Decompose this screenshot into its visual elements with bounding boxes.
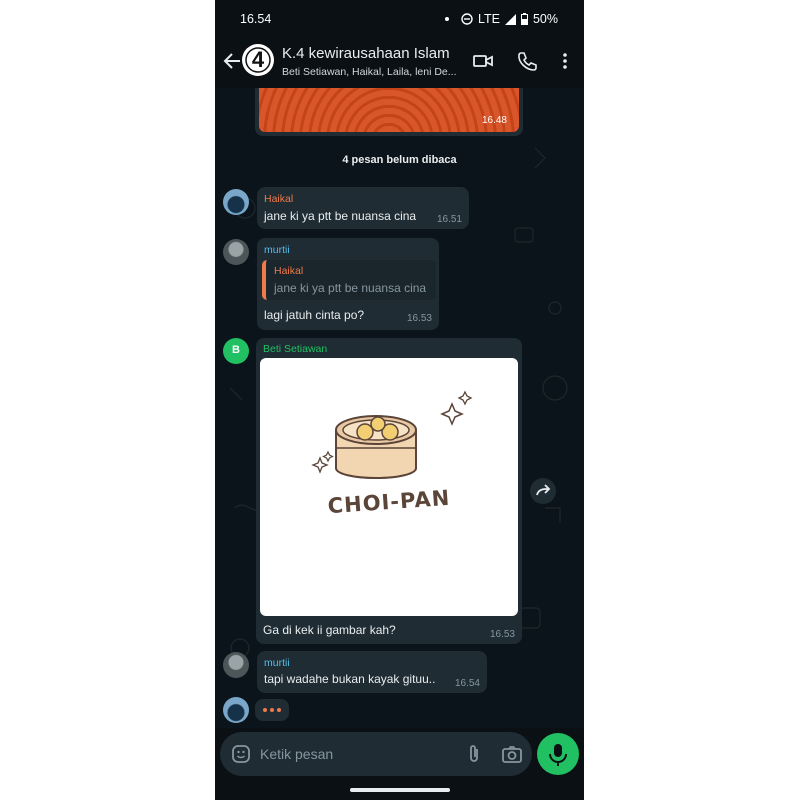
image-attachment[interactable]: CHOI-PAN (260, 358, 518, 616)
notification-dot-icon (444, 17, 449, 21)
typing-dot (263, 708, 267, 712)
forward-icon[interactable] (530, 478, 556, 504)
message-sender[interactable]: Haikal (264, 193, 293, 205)
status-bar: 16.54 LTE 50% (215, 0, 584, 36)
group-title[interactable]: K.4 kewirausahaan Islam (282, 45, 450, 62)
status-icons: LTE 50% (444, 12, 558, 26)
home-gesture-bar[interactable] (350, 788, 450, 792)
attach-icon[interactable] (464, 743, 484, 765)
avatar-letter: B (232, 344, 240, 356)
message-sender[interactable]: murtii (264, 657, 290, 669)
do-not-disturb-icon (461, 13, 473, 25)
avatar-murtii[interactable] (223, 239, 249, 265)
quoted-message[interactable]: Haikal jane ki ya ptt be nuansa cina (262, 260, 436, 300)
unread-banner: 4 pesan belum dibaca (342, 154, 457, 166)
voice-message-button[interactable] (537, 733, 579, 775)
battery-icon (520, 13, 528, 25)
group-members[interactable]: Beti Setiawan, Haikal, Laila, leni De... (282, 66, 457, 78)
message-bubble[interactable]: murtii tapi wadahe bukan kayak gituu.. 1… (257, 651, 487, 693)
message-text: Ga di kek ii gambar kah? (263, 623, 396, 637)
message-input[interactable]: Ketik pesan (260, 746, 333, 762)
typing-dot (277, 708, 281, 712)
avatar-murtii[interactable] (223, 652, 249, 678)
typing-indicator (255, 699, 289, 721)
network-type: LTE (477, 12, 500, 26)
battery-percent: 50% (532, 12, 558, 26)
emoji-sticker-icon[interactable] (231, 744, 251, 764)
back-arrow-icon[interactable] (221, 50, 243, 72)
phone-screen: 16.54 LTE 50% 4 K.4 kewirausahaan Islam … (215, 0, 584, 800)
message-sender[interactable]: murtii (264, 244, 290, 256)
more-options-icon[interactable] (554, 50, 576, 72)
avatar-haikal[interactable] (223, 189, 249, 215)
message-time: 16.53 (406, 313, 432, 324)
message-time: 16.48 (481, 115, 507, 126)
camera-icon[interactable] (501, 744, 523, 764)
avatar-beti[interactable]: B (223, 338, 249, 364)
message-bubble[interactable]: Beti Setiawan CHOI-PAN Ga di kek ii gamb… (256, 338, 522, 644)
message-text: jane ki ya ptt be nuansa cina (264, 209, 417, 223)
system-nav-bar (215, 780, 584, 800)
message-bubble[interactable]: murtii Haikal jane ki ya ptt be nuansa c… (257, 238, 439, 330)
video-call-icon[interactable] (472, 50, 494, 72)
previous-image[interactable]: 16.48 (259, 88, 519, 132)
message-time: 16.54 (454, 678, 480, 689)
chat-header: 4 K.4 kewirausahaan Islam Beti Setiawan,… (215, 36, 584, 88)
typing-dot (270, 708, 274, 712)
signal-icon (504, 13, 516, 25)
group-avatar[interactable]: 4 (242, 44, 274, 76)
avatar-haikal[interactable] (223, 697, 249, 723)
microphone-icon (549, 744, 567, 766)
status-time: 16.54 (240, 12, 272, 26)
chat-area[interactable]: 16.48 4 pesan belum dibaca Haikal jane k… (215, 88, 584, 728)
message-time: 16.51 (436, 214, 462, 225)
quoted-text: jane ki ya ptt be nuansa cina (274, 281, 427, 295)
message-sender[interactable]: Beti Setiawan (263, 343, 327, 355)
message-composer: Ketik pesan (215, 728, 584, 780)
voice-call-icon[interactable] (516, 50, 538, 72)
quoted-sender: Haikal (274, 265, 304, 277)
message-text: tapi wadahe bukan kayak gituu.. (264, 672, 436, 686)
message-text: lagi jatuh cinta po? (264, 308, 365, 322)
message-bubble[interactable]: Haikal jane ki ya ptt be nuansa cina 16.… (257, 187, 469, 229)
message-input-box[interactable]: Ketik pesan (220, 732, 532, 776)
group-avatar-text: 4 (251, 47, 265, 72)
message-time: 16.53 (489, 629, 515, 640)
